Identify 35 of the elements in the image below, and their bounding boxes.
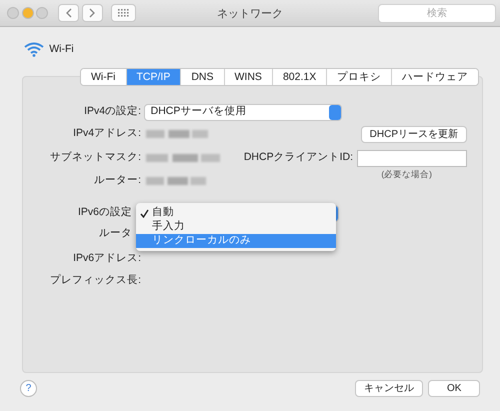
chevron-right-icon bbox=[87, 7, 98, 19]
field-label: IPv6アドレス: bbox=[72, 251, 141, 266]
field-label: プレフィックス長: bbox=[49, 273, 141, 288]
close-button[interactable] bbox=[7, 7, 19, 19]
field-label: DHCPクライアントID: bbox=[244, 150, 353, 166]
field-label: ルーター: bbox=[93, 173, 141, 188]
help-button[interactable]: ? bbox=[20, 380, 37, 397]
ok-button[interactable]: OK bbox=[428, 380, 480, 397]
grid-button[interactable] bbox=[111, 4, 136, 22]
grid-icon bbox=[118, 8, 130, 18]
menu-item[interactable]: 自動 bbox=[136, 206, 336, 220]
field-label: IPv6の設定 bbox=[76, 205, 133, 220]
back-button[interactable] bbox=[58, 4, 79, 22]
forward-button[interactable] bbox=[82, 4, 103, 22]
stepper-icon bbox=[328, 104, 341, 120]
minimize-button[interactable] bbox=[22, 7, 34, 19]
zoom-button[interactable] bbox=[36, 7, 48, 19]
menu-item[interactable]: 手入力 bbox=[136, 220, 336, 234]
service-name: Wi-Fi bbox=[49, 42, 74, 57]
client-id-field[interactable] bbox=[357, 150, 467, 166]
chevron-left-icon bbox=[64, 7, 74, 19]
blurred-value bbox=[146, 130, 208, 138]
blurred-value bbox=[146, 177, 206, 185]
field-label: IPv4の設定: bbox=[83, 104, 141, 120]
search-field[interactable]: 検索 bbox=[378, 4, 496, 23]
ipv4-popup[interactable]: DHCPサーバを使用 bbox=[144, 104, 342, 120]
wifi-icon bbox=[24, 42, 44, 58]
field-label: サブネットマスク: bbox=[49, 150, 141, 166]
renew-lease-button[interactable]: DHCPリースを更新 bbox=[360, 126, 467, 142]
field-label: ルータ bbox=[98, 226, 133, 242]
cancel-button[interactable]: キャンセル bbox=[355, 380, 423, 397]
hint-text: (必要な場合) bbox=[381, 168, 432, 181]
window-title: ネットワーク bbox=[216, 7, 284, 22]
tab[interactable]: Wi-Fi bbox=[81, 69, 126, 85]
field-label: IPv4アドレス: bbox=[72, 126, 141, 142]
